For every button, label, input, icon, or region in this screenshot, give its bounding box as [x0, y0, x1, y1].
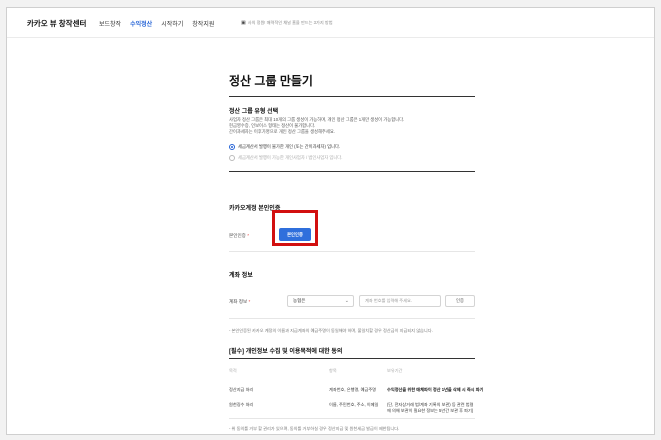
- account-number-input[interactable]: 계좌 번호를 입력해 주세요.: [359, 295, 441, 307]
- main-nav: 보드창작 수익정산 시작하기 창작지원: [99, 19, 214, 28]
- radio-unchecked-icon[interactable]: [229, 155, 235, 161]
- nav-board-create[interactable]: 보드창작: [99, 19, 121, 28]
- verify-field-label: 본인인증 *: [229, 233, 249, 238]
- section-divider-2: [229, 251, 475, 252]
- account-verify-button[interactable]: 인증: [445, 295, 475, 307]
- nav-creator-support[interactable]: 창작지원: [192, 19, 214, 28]
- consent-divider: [229, 358, 475, 359]
- radio-option-business[interactable]: 세금계산서 발행이 가능한 개인사업자 / 법인사업자 입니다.: [229, 155, 342, 161]
- consent-table-divider: [229, 418, 475, 419]
- radio-option-individual[interactable]: 세금계산서 발행이 불가한 개인 (또는 간이과세자) 입니다.: [229, 144, 340, 150]
- notice-banner[interactable]: ▣ 사의 정원! 매력적인 채널 홈을 만드는 3가지 방법: [241, 20, 333, 26]
- bank-select[interactable]: 농협은 ⌄: [287, 295, 354, 307]
- notice-text: 사의 정원! 매력적인 채널 홈을 만드는 3가지 방법: [247, 20, 333, 25]
- top-navigation-bar: 카카오 뷰 창작센터 보드창작 수익정산 시작하기 창작지원 ▣ 사의 정원! …: [7, 8, 654, 38]
- site-logo[interactable]: 카카오 뷰 창작센터: [27, 18, 86, 29]
- radio-label-business: 세금계산서 발행이 가능한 개인사업자 / 법인사업자 입니다.: [238, 155, 343, 160]
- chevron-down-icon: ⌄: [344, 298, 349, 304]
- page-title: 정산 그룹 만들기: [229, 74, 313, 88]
- account-note: - 본인인증된 카카오 계정의 이름과 지급계좌의 예금주명이 동일해야 하며,…: [229, 328, 433, 333]
- section-divider-1: [229, 171, 475, 172]
- account-field-label: 계좌 정보 *: [229, 299, 251, 304]
- section-divider-3: [229, 318, 475, 319]
- nav-getting-started[interactable]: 시작하기: [161, 19, 183, 28]
- radio-label-individual: 세금계산서 발행이 불가한 개인 (또는 간이과세자) 입니다.: [238, 144, 341, 149]
- nav-revenue-settlement[interactable]: 수익정산: [130, 19, 152, 28]
- browser-frame: 카카오 뷰 창작센터 보드창작 수익정산 시작하기 창작지원 ▣ 사의 정원! …: [6, 7, 655, 435]
- consent-note: - 위 동의를 거부 할 권리가 있으며, 동의를 거부하실 경우 정산지급 및…: [229, 426, 400, 431]
- consent-title: [필수] 개인정보 수집 및 이용목적에 대한 동의: [229, 349, 343, 355]
- group-type-title: 정산 그룹 유형 선택: [229, 109, 279, 115]
- bank-select-value: 농협은: [293, 298, 306, 303]
- megaphone-icon: ▣: [241, 20, 246, 26]
- account-section-title: 계좌 정보: [229, 273, 253, 279]
- identity-verify-button[interactable]: 본인인증: [279, 228, 311, 241]
- title-divider: [229, 96, 475, 97]
- group-type-desc-3: 간이과세자는 이후가명으로 개인 정산 그룹을 생성해주세요.: [229, 129, 335, 134]
- radio-checked-icon[interactable]: [229, 144, 235, 150]
